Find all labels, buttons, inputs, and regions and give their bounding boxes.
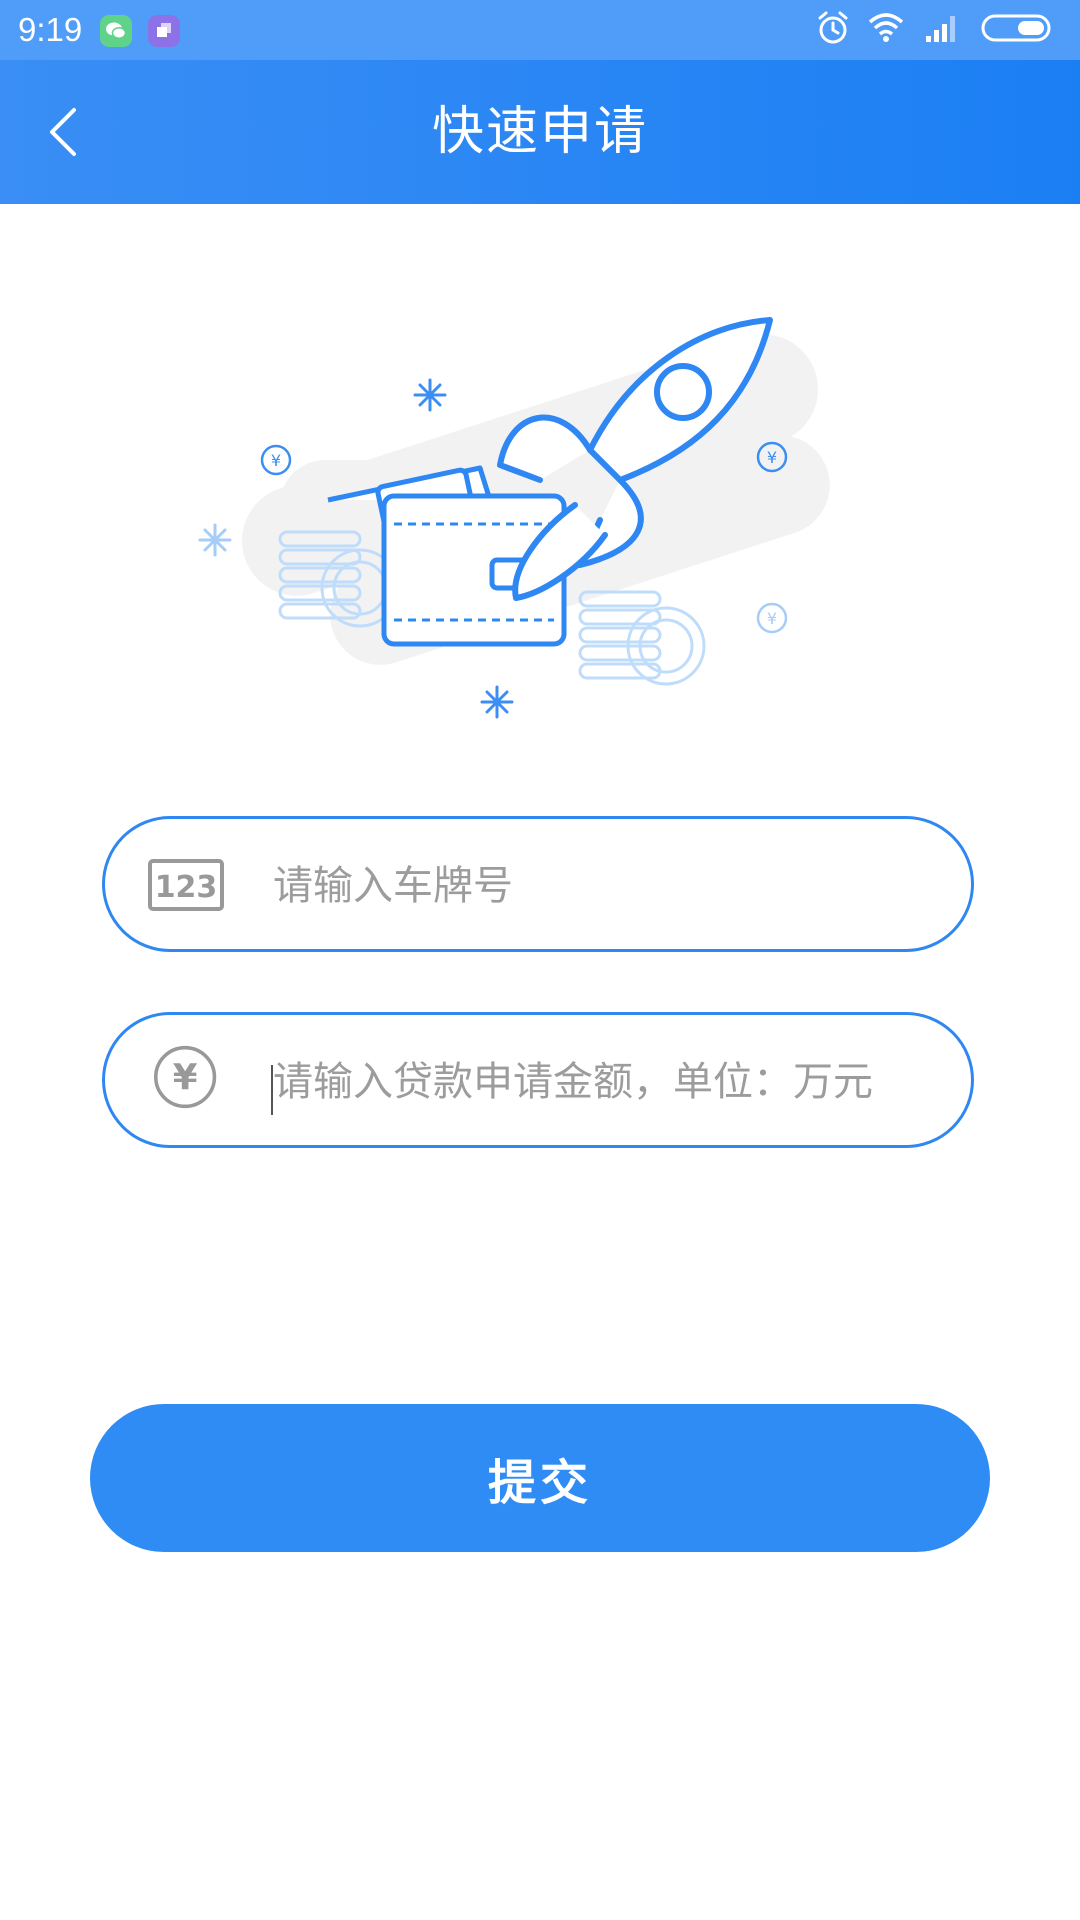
sparkle-icon [198,523,232,557]
submit-button[interactable]: 提交 [90,1404,990,1552]
battery-icon [981,14,1051,42]
loan-amount-field[interactable]: ¥ [102,1012,974,1148]
yuan-icon: ¥ [154,1045,217,1109]
status-icons [816,10,1066,50]
plate-number-input[interactable] [271,847,935,925]
svg-text:¥: ¥ [173,1057,198,1098]
rocket-wallet-illustration: ¥ ¥ ¥ [180,300,900,740]
app-header: 快速申请 [0,60,1080,204]
wifi-icon [868,13,904,42]
wechat-icon [100,15,132,47]
123-icon: 123 [148,859,224,911]
svg-text:123: 123 [155,870,218,905]
svg-text:¥: ¥ [767,448,777,467]
coin-stack-icon [578,590,706,686]
app-icon [148,15,180,47]
status-time: 9:19 [18,11,83,48]
svg-text:¥: ¥ [271,451,281,470]
plate-number-field[interactable]: 123 [102,816,974,952]
alarm-icon [818,11,848,44]
signal-icon [926,16,955,42]
page-title: 快速申请 [431,102,648,162]
status-bar: 9:19 [0,0,1080,60]
loan-amount-input[interactable] [271,1043,935,1121]
svg-text:¥: ¥ [767,609,777,628]
